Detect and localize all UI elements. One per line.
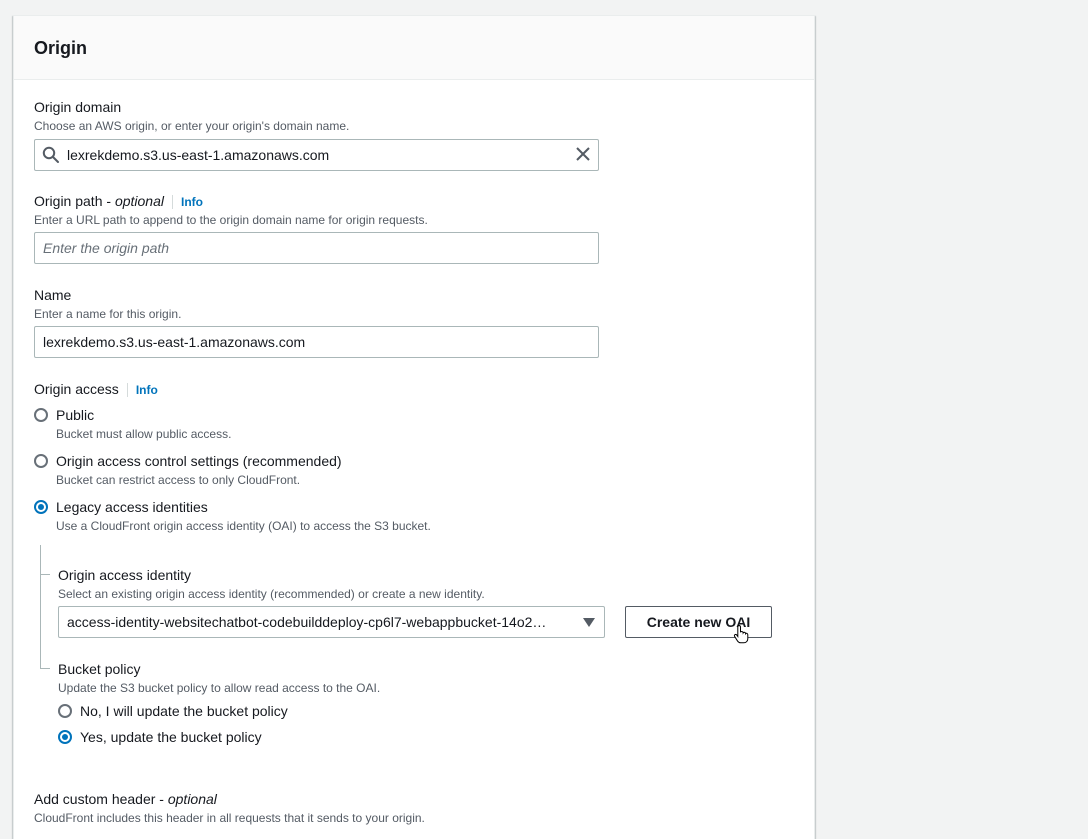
oai-select-value: access-identity-websitechatbot-codebuild… xyxy=(67,614,547,630)
oai-select[interactable]: access-identity-websitechatbot-codebuild… xyxy=(58,606,605,638)
radio-bucket-policy-no-label[interactable]: No, I will update the bucket policy xyxy=(80,703,288,719)
bucket-policy-label: Bucket policy xyxy=(58,661,141,677)
search-icon xyxy=(42,146,59,163)
origin-domain-label: Origin domain xyxy=(34,99,122,115)
custom-header-label: Add custom header - optional xyxy=(34,791,217,807)
clear-icon[interactable] xyxy=(575,146,591,162)
hand-cursor-icon xyxy=(733,625,749,644)
origin-path-description: Enter a URL path to append to the origin… xyxy=(34,213,428,227)
radio-bucket-policy-yes[interactable] xyxy=(58,730,72,744)
origin-access-label: Origin access Info xyxy=(34,381,158,397)
tree-connector-vertical xyxy=(40,545,41,669)
origin-path-info-link[interactable]: Info xyxy=(171,195,203,209)
name-label: Name xyxy=(34,287,72,303)
panel-header xyxy=(14,16,814,80)
radio-oac-description: Bucket can restrict access to only Cloud… xyxy=(56,473,301,487)
tree-connector-bucket-policy xyxy=(40,668,50,669)
radio-legacy-oai[interactable] xyxy=(34,500,48,514)
caret-down-icon[interactable] xyxy=(583,618,595,627)
radio-public[interactable] xyxy=(34,408,48,422)
radio-legacy-oai-label[interactable]: Legacy access identities xyxy=(56,499,208,515)
origin-access-label-text: Origin access xyxy=(34,381,119,397)
custom-header-description: CloudFront includes this header in all r… xyxy=(34,811,425,825)
origin-access-info-link[interactable]: Info xyxy=(126,383,158,397)
origin-domain-input[interactable]: lexrekdemo.s3.us-east-1.amazonaws.com xyxy=(34,139,599,171)
tree-connector-oai xyxy=(40,574,50,575)
radio-oac-label[interactable]: Origin access control settings (recommen… xyxy=(56,453,342,469)
origin-path-label: Origin path - optional Info xyxy=(34,193,203,209)
name-input[interactable]: lexrekdemo.s3.us-east-1.amazonaws.com xyxy=(34,326,599,358)
origin-path-input[interactable]: Enter the origin path xyxy=(34,232,599,264)
origin-path-placeholder: Enter the origin path xyxy=(43,240,170,256)
radio-bucket-policy-no[interactable] xyxy=(58,704,72,718)
bucket-policy-description: Update the S3 bucket policy to allow rea… xyxy=(58,681,381,695)
radio-oac[interactable] xyxy=(34,454,48,468)
radio-public-label[interactable]: Public xyxy=(56,407,94,423)
custom-header-optional: optional xyxy=(167,791,217,807)
name-value: lexrekdemo.s3.us-east-1.amazonaws.com xyxy=(43,334,306,350)
origin-domain-value: lexrekdemo.s3.us-east-1.amazonaws.com xyxy=(67,147,330,163)
radio-legacy-oai-description: Use a CloudFront origin access identity … xyxy=(56,519,431,533)
radio-bucket-policy-yes-label[interactable]: Yes, update the bucket policy xyxy=(80,729,262,745)
name-description: Enter a name for this origin. xyxy=(34,307,182,321)
origin-path-label-text: Origin path - xyxy=(34,193,115,209)
section-title: Origin xyxy=(34,38,87,58)
origin-domain-description: Choose an AWS origin, or enter your orig… xyxy=(34,119,350,133)
oai-description: Select an existing origin access identit… xyxy=(58,587,485,601)
origin-path-optional: optional xyxy=(114,193,164,209)
oai-label: Origin access identity xyxy=(58,567,192,583)
radio-public-description: Bucket must allow public access. xyxy=(56,427,232,441)
custom-header-label-text: Add custom header - xyxy=(34,791,168,807)
